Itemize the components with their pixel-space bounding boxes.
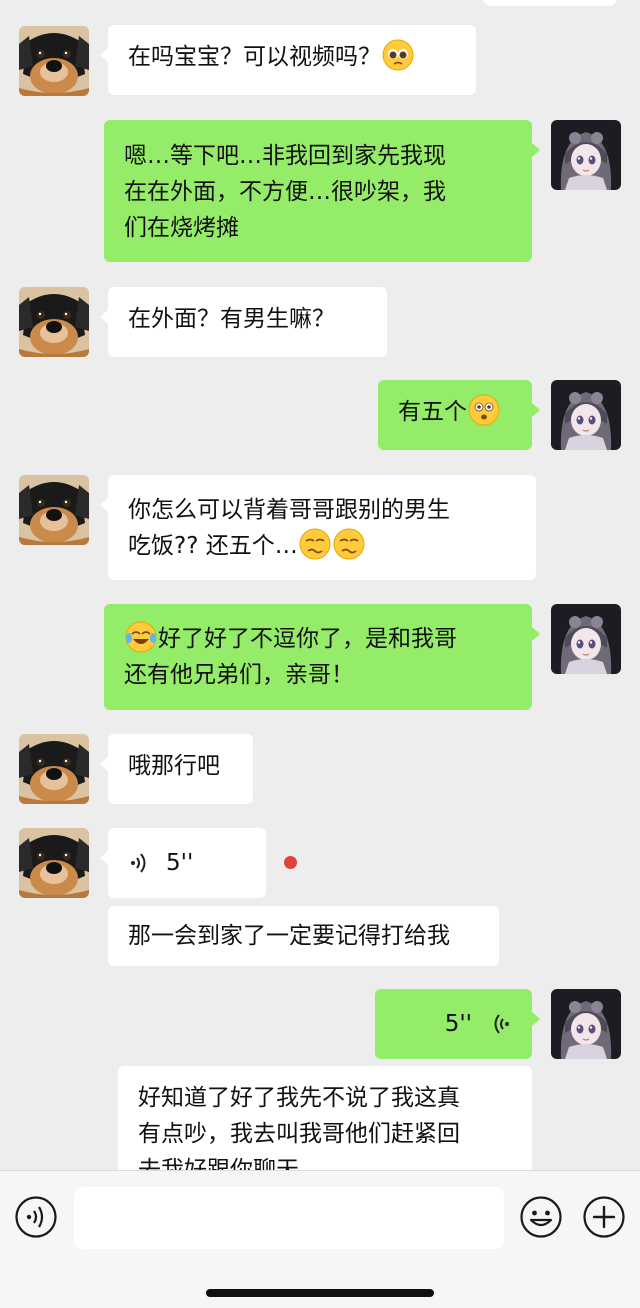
my-avatar[interactable] xyxy=(551,380,621,450)
my-avatar[interactable] xyxy=(551,120,621,190)
message-line: 有点吵，我去叫我哥他们赶紧回 xyxy=(138,1121,460,1147)
message-text: 在外面？有男生嘛？ xyxy=(128,306,335,332)
message-text: 在吗宝宝？可以视频吗？ xyxy=(128,44,381,70)
message-text: 有五个 xyxy=(398,399,467,425)
message-text: 哦那行吧 xyxy=(128,753,220,779)
message-bubble-incoming[interactable]: 你怎么可以背着哥哥跟别的男生 吃饭?? 还五个… xyxy=(100,475,536,580)
woozy-face-emoji xyxy=(333,528,365,560)
message-text: 那一会到家了一定要记得打给我 xyxy=(128,923,450,949)
voice-message-outgoing[interactable]: 5'' xyxy=(375,989,540,1059)
my-avatar[interactable] xyxy=(551,989,621,1059)
message-line: 们在烧烤摊 xyxy=(124,215,239,241)
pleading-face-emoji xyxy=(382,39,414,71)
voice-mode-icon[interactable] xyxy=(14,1195,58,1239)
contact-avatar[interactable] xyxy=(19,475,89,545)
woozy-face-emoji xyxy=(299,528,331,560)
message-bubble-incoming[interactable]: 在吗宝宝？可以视频吗？ xyxy=(100,25,476,95)
tears-of-joy-emoji xyxy=(125,621,157,653)
voice-message-incoming[interactable]: 5'' xyxy=(100,828,266,898)
voice-duration: 5'' xyxy=(166,850,194,876)
message-line: 还有他兄弟们，亲哥！ xyxy=(124,662,354,688)
message-bubble-outgoing[interactable]: 嗯…等下吧…非我回到家先我现 在在外面，不方便…很吵架，我 们在烧烤摊 xyxy=(104,120,540,262)
emoji-icon[interactable] xyxy=(519,1195,563,1239)
previous-message-edge xyxy=(482,0,618,6)
message-bubble-outgoing[interactable]: 有五个 xyxy=(378,380,540,450)
message-line: 好知道了好了我先不说了我这真 xyxy=(138,1085,460,1111)
flushed-face-emoji xyxy=(468,394,500,426)
message-line: 去我好跟你聊天 xyxy=(138,1157,299,1170)
my-avatar[interactable] xyxy=(551,604,621,674)
home-indicator xyxy=(206,1289,434,1297)
message-line: 你怎么可以背着哥哥跟别的男生 xyxy=(128,497,450,523)
contact-avatar[interactable] xyxy=(19,734,89,804)
message-bubble-incoming[interactable]: 在外面？有男生嘛？ xyxy=(100,287,387,357)
contact-avatar[interactable] xyxy=(19,287,89,357)
contact-avatar[interactable] xyxy=(19,828,89,898)
message-bubble-incoming[interactable]: 那一会到家了一定要记得打给我 xyxy=(108,906,499,966)
message-input[interactable] xyxy=(74,1187,504,1249)
plus-icon[interactable] xyxy=(582,1195,626,1239)
message-line: 在在外面，不方便…很吵架，我 xyxy=(124,179,446,205)
voice-wave-icon xyxy=(131,853,146,873)
message-bubble-incoming[interactable]: 好知道了好了我先不说了我这真 有点吵，我去叫我哥他们赶紧回 去我好跟你聊天 xyxy=(118,1066,532,1170)
message-line: 吃饭?? 还五个… xyxy=(128,533,298,559)
message-line: 好了好了不逗你了，是和我哥 xyxy=(158,626,457,652)
voice-wave-icon xyxy=(494,1014,509,1034)
voice-duration: 5'' xyxy=(444,1011,472,1037)
message-line: 嗯…等下吧…非我回到家先我现 xyxy=(124,143,446,169)
chat-area[interactable]: 在吗宝宝？可以视频吗？ 嗯…等下吧…非我回到家先我现 在在外面，不方便…很吵架，… xyxy=(0,0,640,1170)
input-bar xyxy=(0,1170,640,1308)
unread-dot xyxy=(284,856,297,869)
message-bubble-incoming[interactable]: 哦那行吧 xyxy=(100,734,253,804)
message-bubble-outgoing[interactable]: 好了好了不逗你了，是和我哥 还有他兄弟们，亲哥！ xyxy=(104,604,540,710)
contact-avatar[interactable] xyxy=(19,26,89,96)
